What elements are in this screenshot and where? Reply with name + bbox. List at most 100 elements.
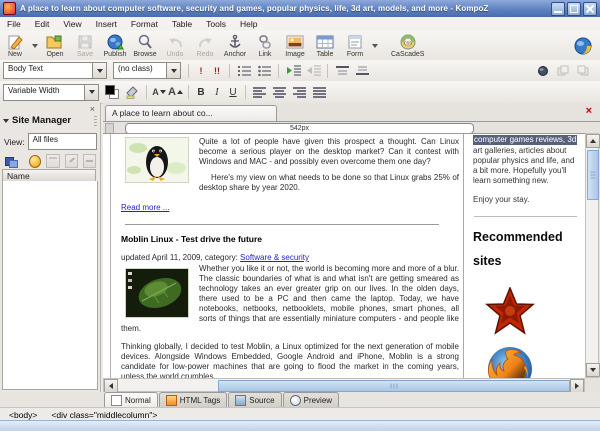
absolute-position-button[interactable] — [534, 63, 552, 79]
scroll-right-button[interactable] — [570, 379, 584, 393]
rename-button[interactable] — [65, 154, 78, 168]
strong-emphasis-button[interactable]: !! — [210, 63, 224, 79]
article-divider — [125, 224, 439, 225]
vertical-scroll-thumb[interactable] — [587, 150, 599, 200]
form-dropdown-caret[interactable] — [372, 44, 378, 48]
article2-heading[interactable]: Moblin Linux - Test drive the future — [121, 234, 461, 244]
indent-button[interactable] — [284, 63, 302, 79]
open-site-button[interactable] — [29, 155, 41, 168]
rightcol-paragraph2[interactable]: Enjoy your stay. — [473, 195, 578, 205]
italic-button[interactable]: I — [210, 84, 224, 100]
link-button[interactable]: Link — [250, 33, 280, 59]
preview-magnifier-icon — [290, 395, 301, 406]
align-justify-button[interactable] — [311, 84, 329, 100]
highlight-color-button[interactable] — [123, 84, 141, 100]
menu-edit[interactable]: Edit — [28, 19, 57, 29]
recommended-sites-heading[interactable]: Recommended sites — [473, 225, 578, 273]
minimize-button[interactable] — [551, 2, 565, 16]
browser-globe-icon[interactable] — [574, 37, 592, 55]
title-bar[interactable]: A place to learn about computer software… — [0, 0, 600, 17]
remove-button[interactable] — [83, 154, 96, 168]
article2-paragraph2[interactable]: Thinking globally, I decided to test Mob… — [121, 342, 459, 379]
redo-button[interactable]: Redo — [190, 33, 220, 59]
selected-text-line[interactable]: computer games reviews, 3d — [473, 135, 577, 145]
numbered-list-button[interactable] — [235, 63, 253, 79]
image-button[interactable]: Image — [280, 33, 310, 59]
tab-html-tags[interactable]: HTML Tags — [159, 392, 227, 407]
open-folder-icon — [46, 34, 64, 50]
send-backward-button[interactable] — [574, 63, 592, 79]
horizontal-scrollbar[interactable] — [103, 378, 585, 392]
leaf-photo-image[interactable] — [125, 268, 189, 318]
open-button[interactable]: Open — [40, 33, 70, 59]
document-viewport[interactable]: Quite a lot of people have given this pr… — [103, 133, 585, 379]
tab-close-icon[interactable]: × — [586, 106, 592, 117]
menu-file[interactable]: File — [0, 19, 28, 29]
red-star-site-logo[interactable] — [485, 287, 535, 335]
scroll-up-button[interactable] — [586, 134, 600, 148]
align-top-button[interactable] — [333, 63, 351, 79]
align-bottom-button[interactable] — [353, 63, 371, 79]
rightcol-paragraph1[interactable]: art galleries, articles about popular ph… — [473, 146, 578, 186]
underline-button[interactable]: U — [226, 84, 240, 100]
align-center-button[interactable] — [271, 84, 289, 100]
increase-font-button[interactable]: A — [168, 84, 183, 100]
css-class-select[interactable]: (no class) — [113, 62, 181, 79]
menu-table[interactable]: Table — [165, 19, 199, 29]
menu-help[interactable]: Help — [233, 19, 264, 29]
anchor-button[interactable]: Anchor — [220, 33, 250, 59]
form-button[interactable]: Form — [340, 33, 370, 59]
menu-view[interactable]: View — [56, 19, 88, 29]
collapse-triangle-icon — [3, 119, 9, 123]
vertical-scrollbar[interactable] — [585, 133, 599, 378]
bullet-list-button[interactable] — [255, 63, 273, 79]
category-link[interactable]: Software & security — [240, 253, 309, 262]
site-manager-header[interactable]: Site Manager — [3, 115, 97, 126]
table-button[interactable]: Table — [310, 33, 340, 59]
panel-close-icon[interactable]: × — [90, 104, 95, 114]
close-button[interactable] — [583, 2, 597, 16]
tux-penguin-image[interactable] — [125, 137, 189, 183]
layer-back-icon — [577, 65, 589, 77]
edit-sites-button[interactable] — [5, 155, 16, 167]
tab-normal[interactable]: Normal — [104, 392, 158, 407]
document-tab[interactable]: A place to learn about co... — [105, 105, 277, 121]
menu-insert[interactable]: Insert — [89, 19, 124, 29]
refresh-button[interactable] — [46, 154, 59, 168]
status-body-tag[interactable]: <body> — [9, 410, 37, 420]
indent-right-icon — [286, 65, 301, 76]
status-div-tag[interactable]: <div class="middlecolumn"> — [51, 410, 157, 420]
publish-button[interactable]: Publish — [100, 33, 130, 59]
site-file-list[interactable] — [2, 181, 98, 390]
align-right-button[interactable] — [291, 84, 309, 100]
dropdown-arrow-icon — [84, 85, 98, 100]
align-left-button[interactable] — [251, 84, 269, 100]
new-button[interactable]: New — [0, 33, 30, 59]
bold-button[interactable]: B — [194, 84, 208, 100]
tab-source[interactable]: Source — [228, 392, 281, 407]
font-select[interactable]: Variable Width — [3, 84, 99, 101]
text-color-picker[interactable] — [105, 85, 119, 99]
paragraph-format-select[interactable]: Body Text — [3, 62, 107, 79]
menu-format[interactable]: Format — [124, 19, 165, 29]
decrease-font-button[interactable]: A — [152, 84, 166, 100]
view-filter-select[interactable]: All files — [28, 133, 97, 150]
undo-button[interactable]: Undo — [160, 33, 190, 59]
menu-tools[interactable]: Tools — [199, 19, 233, 29]
document-tab-bar: A place to learn about co... × — [103, 103, 600, 122]
article1-read-more-link[interactable]: Read more ... — [121, 203, 169, 212]
cascades-button[interactable]: css CaScadeS — [388, 33, 427, 59]
outdent-button[interactable] — [304, 63, 322, 79]
new-dropdown-caret[interactable] — [32, 44, 38, 48]
horizontal-scroll-thumb[interactable] — [218, 380, 570, 392]
emphasis-button[interactable]: ! — [194, 63, 208, 79]
bring-forward-button[interactable] — [554, 63, 572, 79]
save-button[interactable]: Save — [70, 33, 100, 59]
maximize-button[interactable] — [567, 2, 581, 16]
edit-mode-tabs: Normal HTML Tags Source Preview — [0, 392, 600, 407]
scroll-left-button[interactable] — [104, 379, 118, 393]
scroll-down-button[interactable] — [586, 363, 600, 377]
tab-preview[interactable]: Preview — [283, 392, 339, 407]
browse-button[interactable]: Browse — [130, 33, 160, 59]
firefox-site-logo[interactable] — [481, 339, 539, 379]
